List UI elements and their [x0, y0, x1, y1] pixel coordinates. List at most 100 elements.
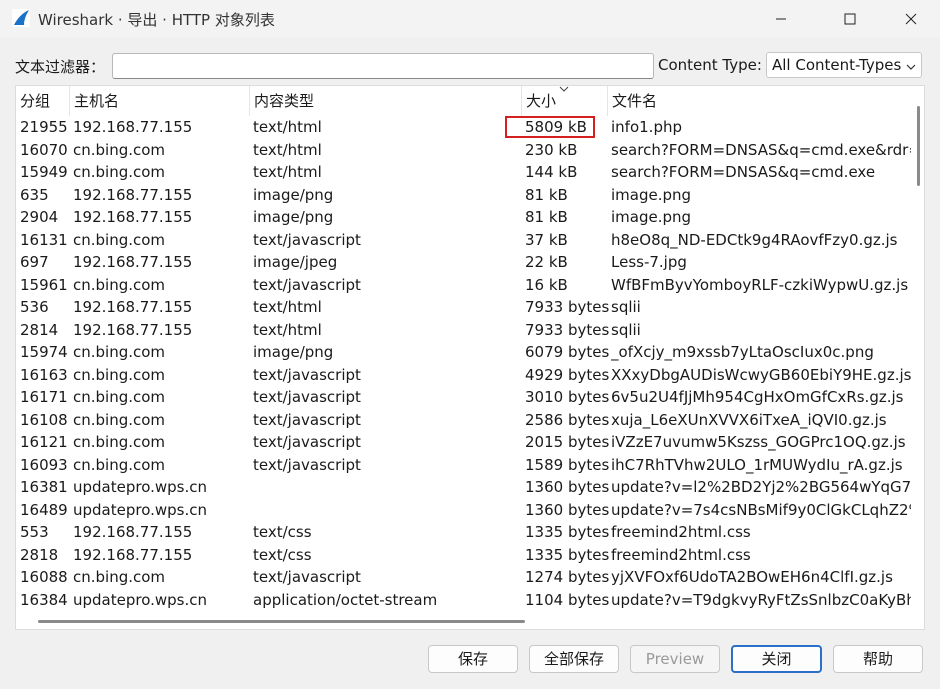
- cell-content-type: text/html: [253, 320, 322, 339]
- save-all-button[interactable]: 全部保存: [529, 645, 619, 673]
- cell-filename: image.png: [611, 208, 692, 226]
- cell-hostname: cn.bing.com: [73, 410, 166, 429]
- column-header-hostname[interactable]: 主机名: [69, 86, 249, 116]
- cell-hostname: 192.168.77.155: [73, 118, 193, 136]
- cell-content-type: image/jpeg: [253, 253, 338, 271]
- cell-hostname: cn.bing.com: [73, 140, 166, 159]
- cell-hostname: 192.168.77.155: [73, 185, 193, 204]
- close-button[interactable]: 关闭: [731, 645, 822, 673]
- cell-packet: 16381: [20, 478, 68, 496]
- cell-packet: 16093: [20, 455, 68, 474]
- maximize-button[interactable]: [827, 0, 873, 38]
- cell-hostname: 192.168.77.155: [73, 545, 193, 564]
- cell-size: 1360 bytes: [525, 478, 610, 496]
- cell-packet: 21955: [20, 118, 68, 136]
- cell-content-type: image/png: [253, 185, 334, 204]
- cell-content-type: application/octet-stream: [253, 590, 438, 609]
- cell-size: 81 kB: [525, 208, 568, 226]
- table-row[interactable]: 16384 updatepro.wps.cn application/octet-s…: [16, 589, 911, 612]
- cell-content-type: text/javascript: [253, 455, 361, 474]
- horizontal-scrollbar[interactable]: [38, 620, 525, 623]
- cell-size: 1274 bytes: [525, 568, 610, 586]
- cell-hostname: 192.168.77.155: [73, 208, 193, 226]
- table-row[interactable]: 15974 cn.bing.com image/png 6079 bytes _ofXc…: [16, 341, 911, 364]
- table-row[interactable]: 635 192.168.77.155 image/png 81 kB image.png: [16, 184, 911, 207]
- cell-size: 4929 bytes: [525, 365, 610, 384]
- cell-content-type: text/css: [253, 523, 312, 541]
- cell-packet: 697: [20, 253, 49, 271]
- table-row[interactable]: 15961 cn.bing.com text/javascript 16 kB WfBF…: [16, 274, 911, 297]
- table-row[interactable]: 16108 cn.bing.com text/javascript 2586 byte…: [16, 409, 911, 432]
- cell-content-type: text/html: [253, 140, 322, 159]
- table-row[interactable]: 553 192.168.77.155 text/css 1335 bytes freem…: [16, 521, 911, 544]
- preview-button[interactable]: Preview: [630, 645, 720, 673]
- table-body: 21955 192.168.77.155 text/html 5809 kB info1…: [16, 116, 911, 611]
- cell-hostname: cn.bing.com: [73, 163, 166, 181]
- cell-content-type: text/javascript: [253, 410, 361, 429]
- maximize-icon: [844, 13, 856, 25]
- cell-packet: 553: [20, 523, 49, 541]
- column-header-content-type[interactable]: 内容类型: [249, 86, 521, 116]
- cell-packet: 16489: [20, 500, 68, 519]
- help-button[interactable]: 帮助: [833, 645, 923, 673]
- cell-filename: sqlii: [611, 320, 641, 339]
- wireshark-fin-icon: [12, 9, 30, 27]
- text-filter-label: 文本过滤器：: [15, 58, 106, 76]
- cell-packet: 2814: [20, 320, 59, 339]
- cell-size: 7933 bytes: [525, 320, 610, 339]
- text-filter-input[interactable]: [112, 53, 654, 79]
- cell-packet: 635: [20, 185, 49, 204]
- http-object-table: 分组 主机名 内容类型 大小 文件名 21955 192.168.77.155 te…: [15, 85, 925, 630]
- table-row[interactable]: 16489 updatepro.wps.cn 1360 bytes update?v=…: [16, 499, 911, 522]
- table-row[interactable]: 2814 192.168.77.155 text/html 7933 bytes sql…: [16, 319, 911, 342]
- table-row[interactable]: 16070 cn.bing.com text/html 230 kB search?FO…: [16, 139, 911, 162]
- table-header: 分组 主机名 内容类型 大小 文件名: [16, 86, 911, 116]
- table-row[interactable]: 2904 192.168.77.155 image/png 81 kB image.pn…: [16, 206, 911, 229]
- table-row[interactable]: 16088 cn.bing.com text/javascript 1274 byte…: [16, 566, 911, 589]
- table-row[interactable]: 21955 192.168.77.155 text/html 5809 kB info1…: [16, 116, 911, 139]
- table-row[interactable]: 16121 cn.bing.com text/javascript 2015 byte…: [16, 431, 911, 454]
- cell-size: 1335 bytes: [525, 545, 610, 564]
- cell-filename: xuja_L6eXUnXVVX6iTxeA_iQVI0.gz.js: [611, 410, 887, 429]
- cell-filename: update?v=l2%2BD2Yj2%2BG564wYqG7Q: [611, 478, 911, 496]
- cell-size: 7933 bytes: [525, 298, 610, 316]
- vertical-scrollbar[interactable]: [917, 106, 920, 186]
- chevron-down-icon: [906, 58, 916, 76]
- cell-filename: Less-7.jpg: [611, 253, 687, 271]
- cell-hostname: updatepro.wps.cn: [73, 500, 208, 519]
- cell-hostname: cn.bing.com: [73, 388, 166, 406]
- table-row[interactable]: 2818 192.168.77.155 text/css 1335 bytes free…: [16, 544, 911, 567]
- minimize-button[interactable]: [758, 0, 804, 38]
- table-row[interactable]: 16093 cn.bing.com text/javascript 1589 byte…: [16, 454, 911, 477]
- cell-packet: 15949: [20, 163, 68, 181]
- content-type-value: All Content-Types: [772, 56, 902, 74]
- cell-packet: 16121: [20, 433, 68, 451]
- cell-content-type: text/javascript: [253, 230, 361, 249]
- table-row[interactable]: 697 192.168.77.155 image/jpeg 22 kB Less-7.j…: [16, 251, 911, 274]
- content-type-select[interactable]: All Content-Types: [766, 52, 922, 78]
- table-row[interactable]: 16131 cn.bing.com text/javascript 37 kB h8eO…: [16, 229, 911, 252]
- table-row[interactable]: 16163 cn.bing.com text/javascript 4929 byte…: [16, 364, 911, 387]
- cell-size: 81 kB: [525, 185, 568, 204]
- cell-hostname: cn.bing.com: [73, 568, 166, 586]
- table-row[interactable]: 16381 updatepro.wps.cn 1360 bytes update?v=…: [16, 476, 911, 499]
- cell-size: 230 kB: [525, 140, 578, 159]
- cell-packet: 536: [20, 298, 49, 316]
- cell-hostname: cn.bing.com: [73, 230, 166, 249]
- cell-hostname: 192.168.77.155: [73, 320, 193, 339]
- cell-packet: 2818: [20, 545, 59, 564]
- column-header-packet[interactable]: 分组: [16, 86, 68, 116]
- cell-content-type: image/png: [253, 208, 334, 226]
- title-bar: Wireshark · 导出 · HTTP 对象列表: [0, 0, 940, 38]
- table-row[interactable]: 16171 cn.bing.com text/javascript 3010 byte…: [16, 386, 911, 409]
- cell-filename: yjXVFOxf6UdoTA2BOwEH6n4ClfI.gz.js: [611, 568, 893, 586]
- close-window-button[interactable]: [888, 0, 934, 38]
- table-row[interactable]: 536 192.168.77.155 text/html 7933 bytes sqli…: [16, 296, 911, 319]
- cell-size: 1335 bytes: [525, 523, 610, 541]
- cell-hostname: 192.168.77.155: [73, 253, 193, 271]
- column-header-filename[interactable]: 文件名: [607, 86, 911, 116]
- save-button[interactable]: 保存: [428, 645, 518, 673]
- table-row[interactable]: 15949 cn.bing.com text/html 144 kB search?FO…: [16, 161, 911, 184]
- cell-filename: 6v5u2U4fJjMh954CgHxOmGfCxRs.gz.js: [611, 388, 904, 406]
- cell-filename: info1.php: [611, 118, 682, 136]
